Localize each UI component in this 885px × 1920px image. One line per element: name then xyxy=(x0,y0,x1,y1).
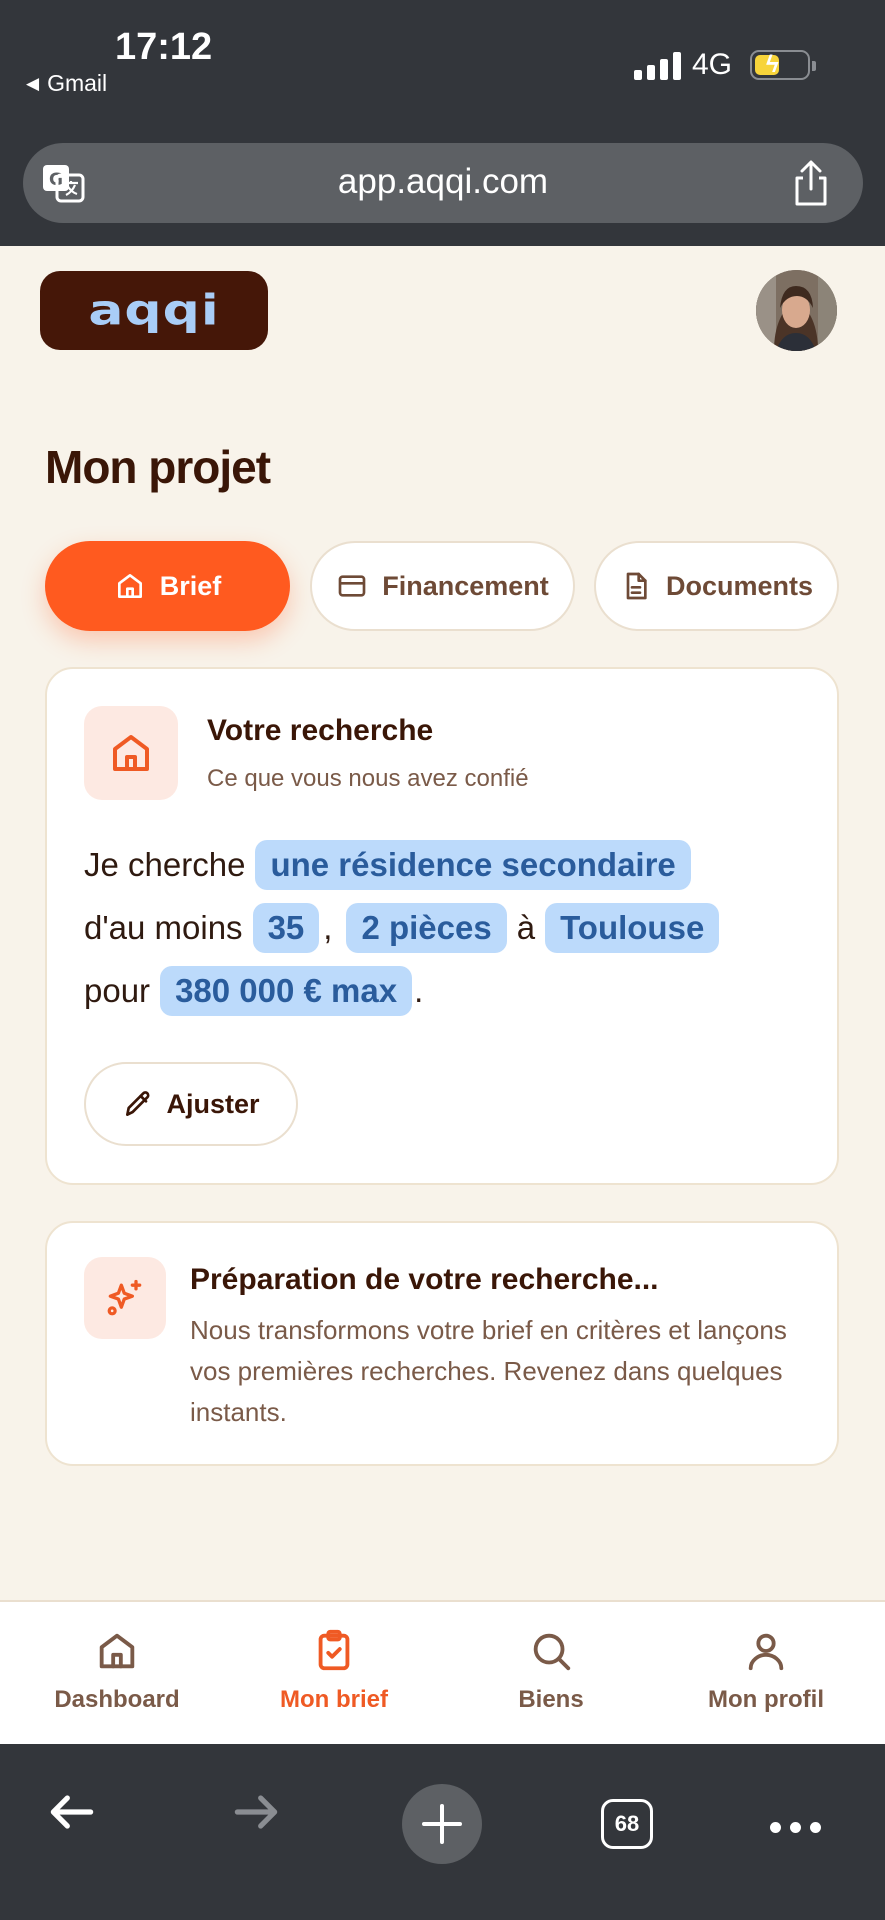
sentence-text: d'au moins xyxy=(84,909,243,946)
search-summary-card: Votre recherche Ce que vous nous avez co… xyxy=(45,667,839,1185)
tabs-count-button[interactable]: 68 xyxy=(601,1799,653,1849)
budget-chip[interactable]: 380 000 € max xyxy=(160,966,413,1016)
nav-mon-brief-label: Mon brief xyxy=(280,1686,388,1713)
pencil-icon xyxy=(126,1091,150,1116)
property-type-chip[interactable]: une résidence secondaire xyxy=(255,840,691,890)
share-icon[interactable] xyxy=(789,159,833,207)
sentence-period: . xyxy=(414,972,424,1009)
rooms-chip[interactable]: 2 pièces xyxy=(346,903,507,953)
avatar-photo xyxy=(756,270,837,351)
tab-brief-label: Brief xyxy=(159,570,222,601)
user-icon xyxy=(748,1633,784,1671)
home-icon xyxy=(117,574,142,598)
new-tab-button[interactable] xyxy=(402,1784,482,1864)
tab-brief[interactable]: Brief xyxy=(45,541,290,631)
nav-biens-label: Biens xyxy=(518,1686,584,1713)
search-icon xyxy=(533,1633,571,1671)
nav-mon-profil[interactable]: Mon profil xyxy=(656,1628,876,1714)
back-arrow-icon[interactable] xyxy=(44,1784,100,1840)
document-icon xyxy=(626,572,647,600)
prep-card-title: Préparation de votre recherche... xyxy=(190,1263,659,1296)
forward-arrow-icon[interactable] xyxy=(228,1784,284,1840)
plus-icon xyxy=(422,1804,462,1844)
tab-documents[interactable]: Documents xyxy=(594,541,839,631)
sentence-text: à xyxy=(516,909,536,946)
browser-toolbar: 68 xyxy=(0,1744,885,1920)
prep-card-body: Nous transformons votre brief en critère… xyxy=(190,1315,787,1427)
battery-icon: ϟ xyxy=(750,50,816,80)
clipboard-check-icon xyxy=(318,1629,350,1671)
city-chip[interactable]: Toulouse xyxy=(545,903,720,953)
tab-financement-label: Financement xyxy=(382,570,549,601)
credit-card-icon xyxy=(338,575,366,597)
page-title: Mon projet xyxy=(45,441,271,493)
nav-mon-profil-label: Mon profil xyxy=(708,1686,824,1713)
aqqi-logo[interactable]: aqqi xyxy=(40,271,268,350)
sentence-text: Je cherche xyxy=(84,846,246,883)
signal-icon xyxy=(634,52,681,80)
prep-card-icon-box xyxy=(84,1257,166,1339)
nav-mon-brief[interactable]: Mon brief xyxy=(224,1628,444,1714)
sparkles-icon xyxy=(107,1279,142,1316)
adjust-button[interactable]: Ajuster xyxy=(84,1062,298,1146)
bottom-navigation: Dashboard Mon brief Biens Mon profil xyxy=(0,1600,885,1744)
nav-dashboard-label: Dashboard xyxy=(54,1686,180,1713)
network-label: 4G xyxy=(692,48,733,81)
nav-dashboard[interactable]: Dashboard xyxy=(7,1628,227,1714)
search-card-subtitle: Ce que vous nous avez confié xyxy=(207,765,529,792)
status-bar: 17:12 ◀ Gmail 4G ϟ G app.aqqi.com xyxy=(0,0,885,246)
search-card-title: Votre recherche xyxy=(207,714,434,747)
sentence-comma: , xyxy=(323,909,333,946)
address-bar[interactable]: G app.aqqi.com xyxy=(23,143,863,223)
home-icon xyxy=(99,1633,135,1669)
nav-biens[interactable]: Biens xyxy=(441,1628,661,1714)
preparation-card: Préparation de votre recherche... Nous t… xyxy=(45,1221,839,1466)
sentence-text: pour xyxy=(84,972,151,1009)
search-card-icon-box xyxy=(84,706,178,800)
adjust-label: Ajuster xyxy=(166,1088,260,1119)
back-app-label: Gmail xyxy=(47,70,108,96)
back-triangle-icon: ◀ xyxy=(26,73,40,93)
surface-chip[interactable]: 35 xyxy=(252,903,320,953)
tab-documents-label: Documents xyxy=(665,570,814,601)
url-text[interactable]: app.aqqi.com xyxy=(23,162,863,202)
back-to-app-link[interactable]: ◀ Gmail xyxy=(26,70,107,97)
logo-text: aqqi xyxy=(88,286,220,335)
avatar[interactable] xyxy=(756,270,837,351)
clock: 17:12 xyxy=(115,26,213,68)
home-icon xyxy=(113,735,149,771)
tab-financement[interactable]: Financement xyxy=(310,541,575,631)
more-options-icon[interactable] xyxy=(770,1822,821,1833)
